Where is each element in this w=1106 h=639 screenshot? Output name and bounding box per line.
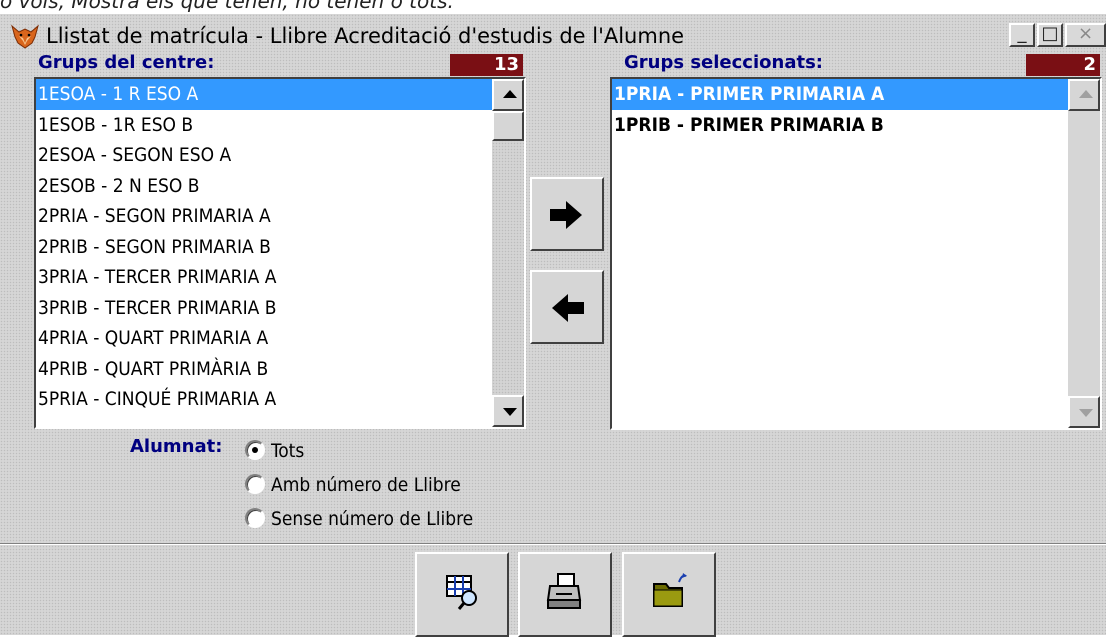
available-group-item[interactable]: 3PRIB - TERCER PRIMARIA B <box>36 293 492 324</box>
available-group-item[interactable]: 5PRIA - CINQUÉ PRIMARIA A <box>36 384 492 415</box>
close-button[interactable]: × <box>1065 23 1106 47</box>
scroll-down-button[interactable] <box>1068 396 1100 428</box>
selected-groups-count: 2 <box>1026 54 1100 76</box>
radio-button[interactable] <box>245 474 265 494</box>
printer-icon <box>546 573 582 609</box>
minimize-button[interactable]: _ <box>1009 23 1035 47</box>
available-group-item[interactable]: 2PRIA - SEGON PRIMARIA A <box>36 201 492 232</box>
minimize-icon: _ <box>1017 23 1027 44</box>
radio-button[interactable] <box>245 440 265 460</box>
selected-group-item[interactable]: 1PRIA - PRIMER PRIMARIA A <box>612 79 1068 110</box>
window-title: Llistat de matrícula - Llibre Acreditaci… <box>46 24 685 48</box>
available-group-item[interactable]: 4PRIB - QUART PRIMÀRIA B <box>36 354 492 385</box>
maximize-button[interactable]: □ <box>1037 23 1063 47</box>
radio-label: Sense número de Llibre <box>271 508 474 530</box>
alumnat-label: Alumnat: <box>130 436 223 457</box>
scroll-up-icon <box>1079 90 1093 98</box>
available-groups-items: 1ESOA - 1 R ESO A 1ESOB - 1R ESO B 2ESOA -… <box>36 79 492 427</box>
available-group-item[interactable]: 2ESOB - 2 N ESO B <box>36 171 492 202</box>
print-preview-icon <box>446 575 477 610</box>
available-group-item[interactable]: 3PRIA - TERCER PRIMARIA A <box>36 262 492 293</box>
arrow-left-icon <box>552 294 584 322</box>
scroll-up-button[interactable] <box>492 79 524 111</box>
available-groups-label: Grups del centre: <box>38 52 215 73</box>
background-text-strip: o vols, Mostra els que tenen, no tenen o… <box>0 0 1106 14</box>
radio-label: Tots <box>271 440 305 462</box>
app-fox-icon <box>11 24 39 49</box>
radio-label: Amb número de Llibre <box>271 474 461 496</box>
scroll-down-icon <box>1079 409 1093 417</box>
maximize-icon: □ <box>1041 23 1059 44</box>
exit-button[interactable] <box>622 552 716 637</box>
scroll-up-icon <box>503 90 517 98</box>
available-group-item[interactable]: 2ESOA - SEGON ESO A <box>36 140 492 171</box>
window: Llistat de matrícula - Llibre Acreditaci… <box>0 14 1106 637</box>
scroll-up-button[interactable] <box>1068 79 1100 111</box>
selected-group-item[interactable]: 1PRIB - PRIMER PRIMARIA B <box>612 110 1068 141</box>
selected-groups-items: 1PRIA - PRIMER PRIMARIA A 1PRIB - PRIMER … <box>612 79 1068 428</box>
print-button[interactable] <box>518 552 612 637</box>
preview-button[interactable] <box>415 552 509 637</box>
available-group-item[interactable]: 1ESOB - 1R ESO B <box>36 110 492 141</box>
selected-groups-list[interactable]: 1PRIA - PRIMER PRIMARIA A 1PRIB - PRIMER … <box>610 77 1102 430</box>
available-group-item[interactable]: 4PRIA - QUART PRIMARIA A <box>36 323 492 354</box>
radio-button[interactable] <box>245 508 265 528</box>
scroll-down-button[interactable] <box>492 395 524 427</box>
available-groups-list[interactable]: 1ESOA - 1 R ESO A 1ESOB - 1R ESO B 2ESOA -… <box>34 77 526 429</box>
scroll-down-icon <box>503 408 517 416</box>
remove-group-button[interactable] <box>530 270 604 344</box>
selected-groups-label: Grups seleccionats: <box>624 52 823 73</box>
available-group-item[interactable]: 2PRIB - SEGON PRIMARIA B <box>36 232 492 263</box>
separator-highlight <box>0 544 1106 545</box>
scroll-thumb[interactable] <box>492 111 524 141</box>
selected-groups-scrollbar[interactable] <box>1068 79 1100 428</box>
background-text: o vols, Mostra els que tenen, no tenen o… <box>0 0 454 13</box>
available-groups-count: 13 <box>450 54 523 76</box>
exit-folder-icon <box>653 573 687 607</box>
close-icon: × <box>1077 23 1094 44</box>
available-group-item[interactable]: 1ESOA - 1 R ESO A <box>36 79 492 110</box>
available-groups-scrollbar[interactable] <box>492 79 524 427</box>
arrow-right-icon <box>550 201 582 229</box>
add-group-button[interactable] <box>530 177 604 251</box>
title-bar: Llistat de matrícula - Llibre Acreditaci… <box>6 20 1106 50</box>
